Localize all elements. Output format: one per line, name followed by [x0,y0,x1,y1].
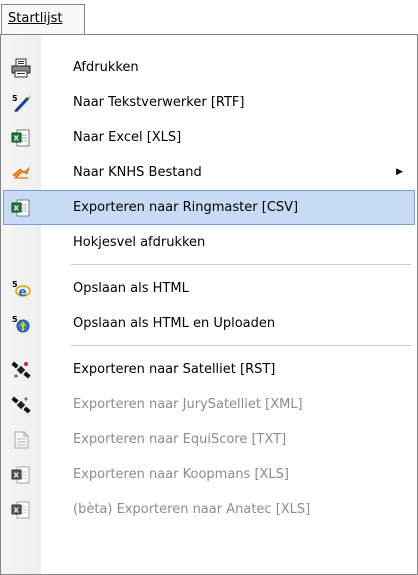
menu-item-jurysatelliet[interactable]: Exporteren naar JurySatelliet [XML] [3,387,415,422]
svg-text:5: 5 [12,315,18,324]
menu-item-equiscore[interactable]: Exporteren naar EquiScore [TXT] [3,422,415,457]
menu-item-satelliet[interactable]: Exporteren naar Satelliet [RST] [3,352,415,387]
menu-item-ringmaster[interactable]: X Exporteren naar Ringmaster [CSV] [3,190,415,225]
printer-icon [11,58,31,78]
menu-item-label: Naar Tekstverwerker [RTF] [73,95,245,110]
menu-item-opslaan-html[interactable]: 5 e Opslaan als HTML [3,271,415,306]
svg-text:5: 5 [12,94,18,103]
menu-item-label: Hokjesvel afdrukken [73,235,206,250]
menu-item-naar-excel[interactable]: X Naar Excel [XLS] [3,120,415,155]
startlijst-menu-title[interactable]: Startlijst [1,4,85,35]
menu-item-anatec[interactable]: X (bèta) Exporteren naar Anatec [XLS] [3,492,415,527]
html-ie-icon: 5 e [11,279,31,299]
satellite-icon [11,395,31,415]
submenu-arrow-icon: ▶ [396,167,403,177]
svg-text:X: X [14,472,20,480]
menu-item-label: Opslaan als HTML [73,281,189,296]
menu-item-koopmans[interactable]: X Exporteren naar Koopmans [XLS] [3,457,415,492]
menu-item-knhs-bestand[interactable]: Naar KNHS Bestand ▶ [3,155,415,190]
excel-icon: X [11,500,31,520]
svg-text:e: e [19,285,27,299]
svg-text:X: X [14,135,20,143]
menu-item-hokjesvel[interactable]: Hokjesvel afdrukken [3,225,415,260]
excel-icon: X [11,128,31,148]
satellite-icon [11,360,31,380]
menu-item-label: Exporteren naar Ringmaster [CSV] [73,200,299,215]
menu-bar: Startlijst [0,0,418,35]
excel-icon: X [11,465,31,485]
svg-text:X: X [14,205,20,213]
menu-item-label: Exporteren naar Koopmans [XLS] [73,467,289,482]
menu-item-opslaan-uploaden[interactable]: 5 Opslaan als HTML en Uploaden [3,306,415,341]
menu-item-label: Naar Excel [XLS] [73,130,182,145]
menu-item-label: Exporteren naar EquiScore [TXT] [73,432,287,447]
upload-html-icon: 5 [11,314,31,334]
menu-item-label: Exporteren naar Satelliet [RST] [73,362,276,377]
menu-item-label: Opslaan als HTML en Uploaden [73,316,276,331]
menu-item-afdrukken[interactable]: Afdrukken [3,50,415,85]
excel-icon: X [11,198,31,218]
knhs-icon [11,163,31,183]
menu-separator [71,264,411,266]
menu-item-label: Afdrukken [73,60,139,75]
startlijst-dropdown-menu: Afdrukken 5 Naar Tekstverwerker [RTF] X [0,34,418,575]
menu-item-label: (bèta) Exporteren naar Anatec [XLS] [73,502,311,517]
document-icon [11,430,31,450]
menu-separator [71,345,411,347]
menu-item-label: Exporteren naar JurySatelliet [XML] [73,397,303,412]
menu-item-tekstverwerker[interactable]: 5 Naar Tekstverwerker [RTF] [3,85,415,120]
text-editor-icon: 5 [11,93,31,113]
menu-item-label: Naar KNHS Bestand [73,165,202,180]
svg-text:X: X [14,507,20,515]
